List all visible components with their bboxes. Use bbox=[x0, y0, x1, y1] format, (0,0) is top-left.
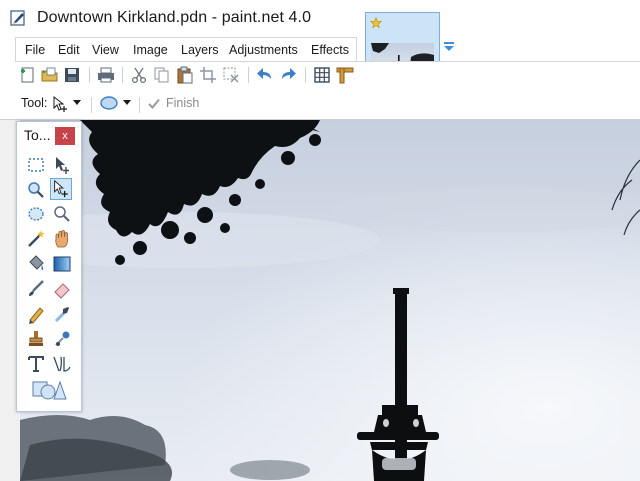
toolbar-separator bbox=[89, 67, 90, 83]
move-selection-icon[interactable] bbox=[50, 178, 72, 200]
toolbar-separator bbox=[122, 67, 123, 83]
tools-close-button[interactable]: x bbox=[55, 127, 75, 145]
rectangle-select-icon[interactable] bbox=[25, 154, 47, 176]
tool-label: Tool: bbox=[21, 96, 48, 110]
shapes-icon[interactable] bbox=[32, 379, 68, 401]
paint-bucket-icon[interactable] bbox=[25, 253, 47, 275]
color-picker-icon[interactable] bbox=[51, 303, 73, 325]
menu-file[interactable]: File bbox=[25, 43, 45, 57]
image-list-dropdown-icon[interactable] bbox=[443, 42, 455, 52]
toolrow-separator bbox=[139, 97, 140, 113]
menu-adjustments[interactable]: Adjustments bbox=[229, 43, 298, 57]
line-curve-icon[interactable] bbox=[51, 353, 73, 375]
toolbar-separator bbox=[248, 67, 249, 83]
save-icon[interactable] bbox=[62, 65, 82, 85]
menu-bar: File Edit View Image Layers Adjustments … bbox=[15, 37, 357, 62]
grid-icon[interactable] bbox=[312, 65, 332, 85]
title-bar: Downtown Kirkland.pdn - paint.net 4.0 bbox=[0, 0, 640, 38]
selection-mode-dropdown-icon[interactable] bbox=[123, 100, 131, 106]
current-tool-icon[interactable] bbox=[52, 95, 70, 113]
workspace bbox=[0, 119, 640, 481]
menu-layers[interactable]: Layers bbox=[181, 43, 219, 57]
finish-button[interactable]: Finish bbox=[166, 96, 199, 110]
menu-edit[interactable]: Edit bbox=[58, 43, 80, 57]
tools-window[interactable]: To... x bbox=[16, 121, 82, 412]
checkmark-icon bbox=[148, 98, 160, 109]
photo-image bbox=[20, 120, 640, 481]
menu-effects[interactable]: Effects bbox=[311, 43, 349, 57]
paste-icon[interactable] bbox=[175, 65, 195, 85]
new-icon[interactable] bbox=[18, 65, 38, 85]
image-canvas[interactable] bbox=[20, 120, 640, 481]
zoom-magnifier-icon[interactable] bbox=[51, 203, 73, 225]
deselect-icon[interactable] bbox=[221, 65, 241, 85]
main-toolbar bbox=[15, 61, 640, 89]
move-selected-pixels-icon[interactable] bbox=[51, 154, 73, 176]
pencil-icon[interactable] bbox=[25, 303, 47, 325]
toolbar-separator bbox=[305, 67, 306, 83]
paintnet-app-icon[interactable] bbox=[10, 9, 28, 27]
undo-icon[interactable] bbox=[255, 65, 275, 85]
paintbrush-icon[interactable] bbox=[25, 278, 47, 300]
crop-icon[interactable] bbox=[198, 65, 218, 85]
zoom-icon[interactable] bbox=[25, 179, 47, 201]
magic-wand-icon[interactable] bbox=[25, 228, 47, 250]
tool-options-bar: Tool: Finish bbox=[0, 89, 640, 119]
open-icon[interactable] bbox=[40, 65, 60, 85]
gradient-icon[interactable] bbox=[51, 253, 73, 275]
pan-icon[interactable] bbox=[51, 228, 73, 250]
eraser-icon[interactable] bbox=[51, 278, 73, 300]
ellipse-select-icon[interactable] bbox=[25, 203, 47, 225]
redo-icon[interactable] bbox=[278, 65, 298, 85]
menu-image[interactable]: Image bbox=[133, 43, 168, 57]
text-icon[interactable] bbox=[25, 353, 47, 375]
tool-dropdown-icon[interactable] bbox=[73, 100, 81, 106]
toolrow-separator bbox=[91, 97, 92, 113]
menu-view[interactable]: View bbox=[92, 43, 119, 57]
cut-icon[interactable] bbox=[129, 65, 149, 85]
copy-icon[interactable] bbox=[152, 65, 172, 85]
print-icon[interactable] bbox=[96, 65, 116, 85]
star-icon bbox=[370, 17, 382, 29]
tools-window-title: To... bbox=[24, 127, 51, 143]
ruler-icon[interactable] bbox=[335, 65, 355, 85]
recolor-icon[interactable] bbox=[51, 328, 73, 350]
selection-mode-icon[interactable] bbox=[99, 94, 119, 112]
clone-stamp-icon[interactable] bbox=[25, 328, 47, 350]
window-title: Downtown Kirkland.pdn - paint.net 4.0 bbox=[37, 9, 312, 26]
